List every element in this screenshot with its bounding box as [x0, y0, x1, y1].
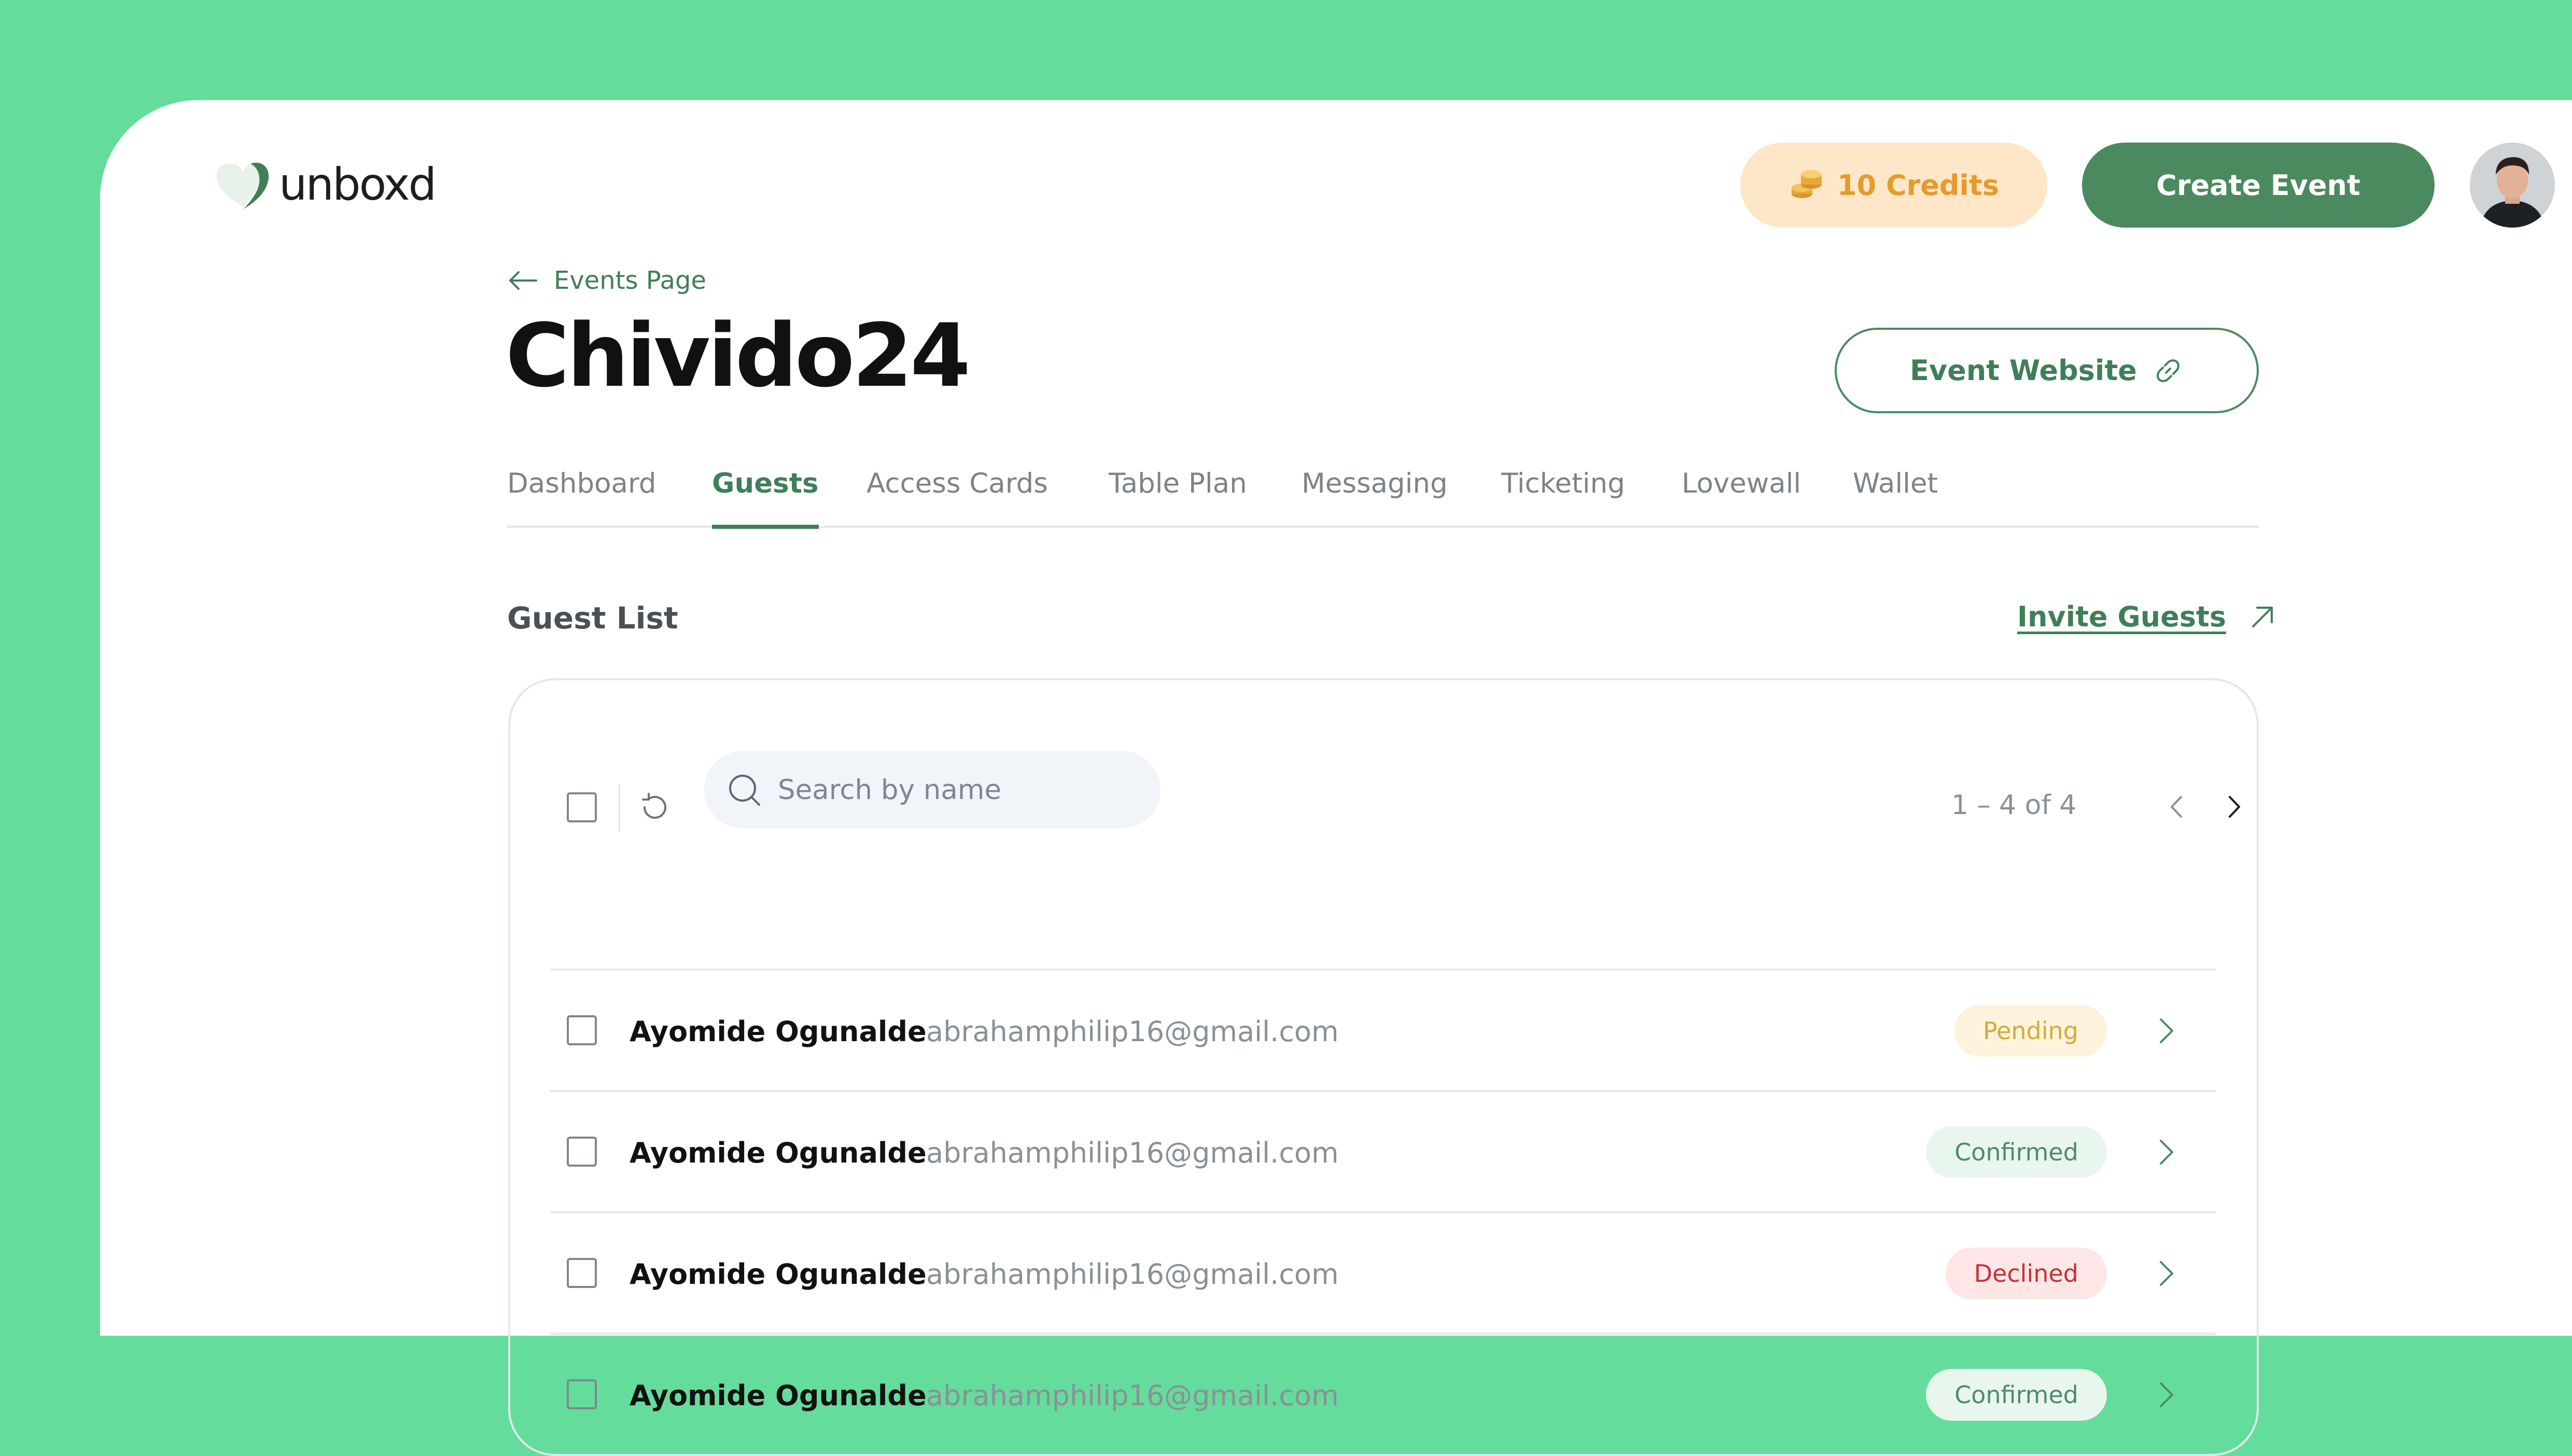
- arrow-left-icon: [509, 271, 537, 290]
- refresh-icon[interactable]: [638, 791, 672, 824]
- arrow-up-right-icon: [2252, 606, 2273, 627]
- back-label: Events Page: [554, 266, 706, 295]
- chevron-left-icon[interactable]: [2161, 790, 2192, 824]
- guest-email: abrahamphilip16@gmail.com: [926, 1015, 1339, 1048]
- tab-lovewall[interactable]: Lovewall: [1682, 463, 1801, 526]
- guest-name: Ayomide Ogunalde: [630, 1015, 927, 1048]
- row-checkbox[interactable]: [567, 1137, 597, 1167]
- credits-label: 10 Credits: [1837, 169, 1999, 202]
- event-website-button[interactable]: Event Website: [1835, 328, 2259, 413]
- select-all-checkbox[interactable]: [567, 792, 597, 822]
- chevron-right-icon[interactable]: [2154, 1256, 2179, 1291]
- back-to-events-link[interactable]: Events Page: [507, 266, 706, 295]
- guest-name: Ayomide Ogunalde: [630, 1258, 927, 1291]
- create-event-button[interactable]: Create Event: [2082, 143, 2435, 228]
- avatar-image: [2470, 143, 2555, 228]
- coins-icon: [1792, 170, 1822, 198]
- table-row[interactable]: Ayomide Ogunalde abrahamphilip16@gmail.c…: [550, 969, 2216, 1090]
- table-row[interactable]: Ayomide Ogunalde abrahamphilip16@gmail.c…: [550, 1090, 2216, 1211]
- guest-list-title: Guest List: [507, 600, 678, 636]
- chevron-right-icon[interactable]: [2154, 1377, 2179, 1412]
- tab-wallet[interactable]: Wallet: [1853, 463, 1938, 526]
- row-checkbox[interactable]: [567, 1015, 597, 1045]
- row-checkbox[interactable]: [567, 1258, 597, 1288]
- guest-email: abrahamphilip16@gmail.com: [926, 1379, 1339, 1412]
- guest-name: Ayomide Ogunalde: [630, 1137, 927, 1169]
- guest-email: abrahamphilip16@gmail.com: [926, 1258, 1339, 1291]
- chevron-right-icon[interactable]: [2154, 1135, 2179, 1170]
- tab-dashboard[interactable]: Dashboard: [507, 463, 656, 526]
- table-row[interactable]: Ayomide Ogunalde abrahamphilip16@gmail.c…: [550, 1211, 2216, 1333]
- search-input[interactable]: [778, 774, 1099, 806]
- tab-access-cards[interactable]: Access Cards: [866, 463, 1048, 526]
- brand-name: unboxd: [279, 159, 437, 211]
- tab-messaging[interactable]: Messaging: [1302, 463, 1448, 526]
- event-tabs: Dashboard Guests Access Cards Table Plan…: [507, 463, 2259, 529]
- toolbar-divider: [619, 785, 620, 831]
- event-website-label: Event Website: [1910, 354, 2137, 387]
- tab-ticketing[interactable]: Ticketing: [1501, 463, 1625, 526]
- tab-guests[interactable]: Guests: [712, 463, 819, 529]
- chevron-right-icon[interactable]: [2154, 1013, 2179, 1048]
- avatar[interactable]: [2470, 143, 2555, 228]
- tab-table-plan[interactable]: Table Plan: [1109, 463, 1247, 526]
- guest-email: abrahamphilip16@gmail.com: [926, 1137, 1339, 1169]
- table-row[interactable]: Ayomide Ogunalde abrahamphilip16@gmail.c…: [550, 1333, 2216, 1454]
- search-icon: [729, 775, 760, 806]
- status-badge: Declined: [1945, 1248, 2107, 1299]
- invite-guests-label: Invite Guests: [2017, 600, 2226, 633]
- status-badge: Confirmed: [1926, 1369, 2107, 1421]
- guest-name: Ayomide Ogunalde: [630, 1379, 927, 1412]
- brand-logo[interactable]: unboxd: [212, 156, 437, 213]
- status-badge: Pending: [1954, 1005, 2107, 1057]
- guest-rows: Ayomide Ogunalde abrahamphilip16@gmail.c…: [550, 969, 2216, 1454]
- credits-button[interactable]: 10 Credits: [1740, 143, 2047, 228]
- page-title: Chivido24: [506, 305, 971, 407]
- logo-heart-icon: [214, 161, 269, 209]
- chevron-right-icon[interactable]: [2218, 790, 2249, 824]
- status-badge: Confirmed: [1926, 1126, 2107, 1178]
- invite-guests-link[interactable]: Invite Guests: [2017, 600, 2276, 633]
- row-checkbox[interactable]: [567, 1379, 597, 1409]
- link-icon: [2157, 359, 2179, 382]
- create-event-label: Create Event: [2156, 169, 2360, 202]
- pagination-text: 1 – 4 of 4: [1951, 790, 2077, 821]
- search-field[interactable]: [704, 751, 1161, 829]
- app-card: unboxd 10 Credits Create Event Events Pa…: [100, 100, 2572, 1456]
